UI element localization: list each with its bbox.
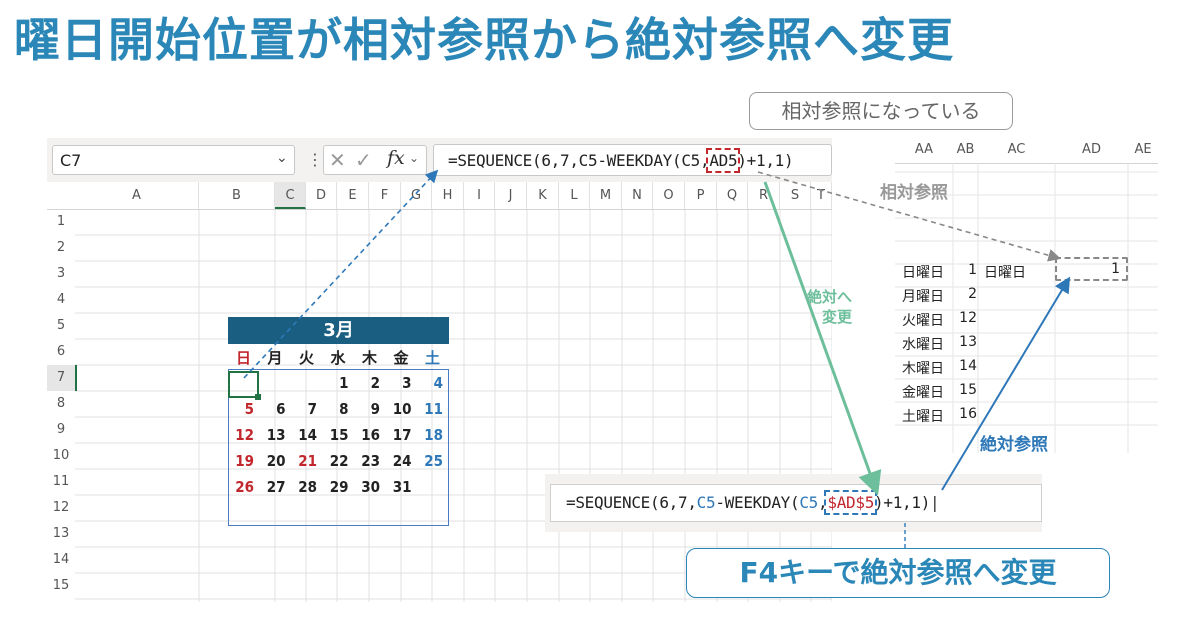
arrow-relative bbox=[757, 171, 1062, 262]
arrows bbox=[243, 169, 1071, 548]
arrow-absolute bbox=[941, 276, 1071, 491]
arrow-cell-to-formula bbox=[243, 169, 439, 379]
arrow-to-absolute bbox=[763, 181, 882, 496]
